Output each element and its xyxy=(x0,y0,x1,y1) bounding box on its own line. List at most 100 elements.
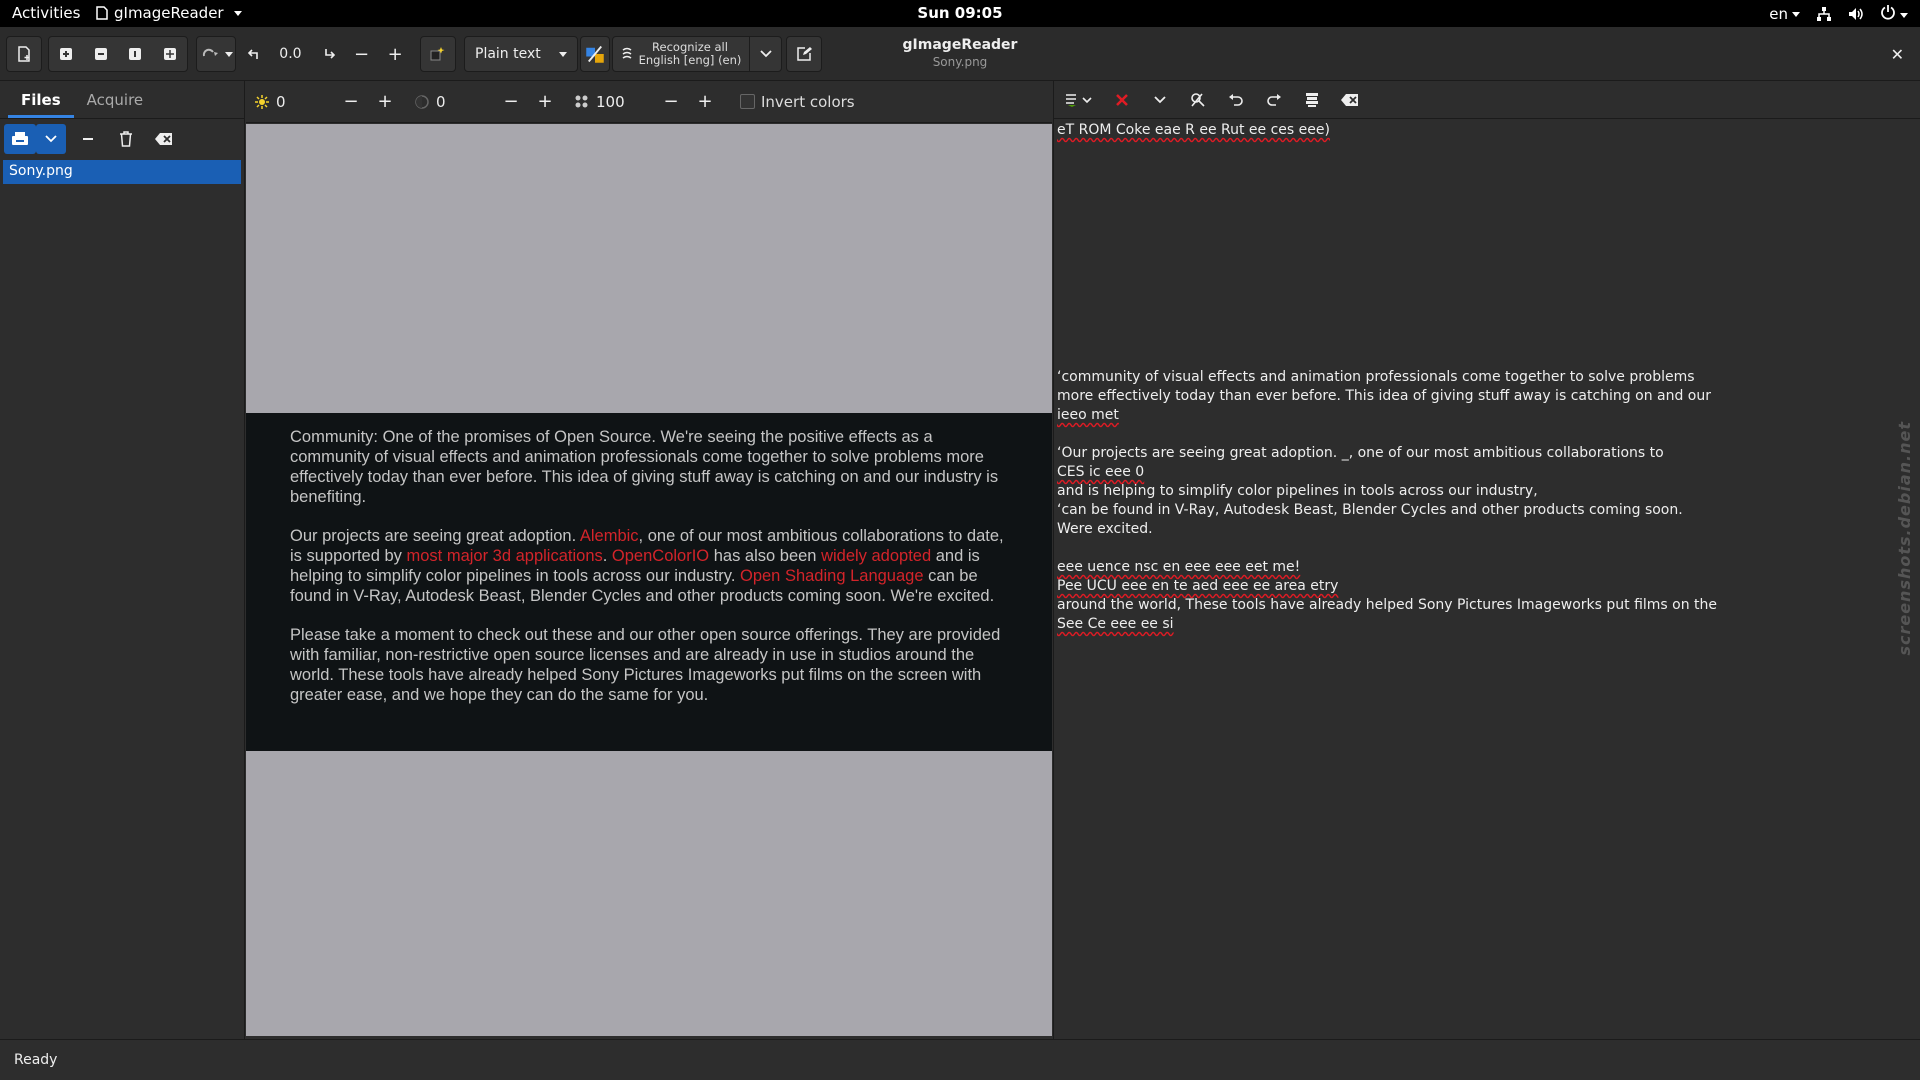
close-button[interactable]: ✕ xyxy=(1891,45,1904,64)
ocr-line: more effectively today than ever before.… xyxy=(1057,388,1712,404)
doc-link-widely-adopted: widely adopted xyxy=(821,547,932,565)
redo-button[interactable] xyxy=(1262,88,1286,112)
add-file-icon xyxy=(12,132,28,145)
brightness-decrease-button[interactable]: − xyxy=(334,91,368,112)
resolution-increase-button[interactable]: + xyxy=(688,91,722,112)
ocr-blank-line xyxy=(1057,273,1897,292)
chevron-down-icon xyxy=(45,135,57,143)
strip-linebreaks-button[interactable] xyxy=(1110,88,1134,112)
recognize-all-button[interactable]: Recognize all English [eng] (en) xyxy=(613,37,749,71)
add-image-button[interactable] xyxy=(6,36,42,72)
autolayout-button[interactable] xyxy=(580,36,610,72)
doc-link-alembic: Alembic xyxy=(579,527,639,545)
power-icon xyxy=(1881,5,1895,20)
add-files-dropdown-button[interactable] xyxy=(36,124,66,154)
brightness-increase-button[interactable]: + xyxy=(368,91,402,112)
resolution-decrease-button[interactable]: − xyxy=(654,91,688,112)
tab-files[interactable]: Files xyxy=(8,81,74,118)
new-document-icon xyxy=(18,46,30,62)
ocr-blank-line xyxy=(1057,197,1897,216)
zoom-fit-button[interactable] xyxy=(153,37,188,71)
tab-acquire[interactable]: Acquire xyxy=(74,81,157,118)
ocr-line: Were excited. xyxy=(1057,521,1153,537)
list-item[interactable]: Sony.png xyxy=(3,160,241,184)
zoom-out-button[interactable] xyxy=(84,37,119,71)
ocr-blank-line xyxy=(1057,178,1897,197)
ocr-line: ieeo met xyxy=(1057,406,1897,425)
language-indicator[interactable]: en xyxy=(1769,5,1800,23)
save-output-button[interactable] xyxy=(1300,88,1324,112)
clear-list-button[interactable] xyxy=(148,124,180,154)
contrast-decrease-button[interactable]: − xyxy=(494,91,528,112)
ocr-line: ‘Our projects are seeing great adoption.… xyxy=(1057,445,1664,461)
chevron-down-icon xyxy=(233,10,242,16)
toggle-output-pane-button[interactable] xyxy=(786,36,822,72)
layout-wand-icon xyxy=(586,45,604,63)
rotate-left-button[interactable] xyxy=(240,37,266,71)
rotate-mode-icon xyxy=(202,48,218,57)
doc-link-osl: Open Shading Language xyxy=(740,567,924,585)
remove-file-button[interactable] xyxy=(72,124,104,154)
undo-button[interactable] xyxy=(1224,88,1248,112)
edit-icon xyxy=(797,47,812,61)
ocr-blank-line xyxy=(1057,159,1897,178)
image-adjust-toolbar: 0 − + 0 − + 100 − + Invert colors xyxy=(246,81,1052,123)
find-replace-button[interactable] xyxy=(1186,88,1210,112)
ocr-blank-line xyxy=(1057,311,1897,330)
output-mode-select[interactable]: Plain text xyxy=(464,36,578,72)
undo-icon xyxy=(1229,93,1243,106)
angle-increase-button[interactable]: + xyxy=(378,37,412,71)
zoom-original-icon xyxy=(129,48,142,60)
language-dropdown-button[interactable] xyxy=(749,37,781,71)
rotate-mode-button[interactable] xyxy=(196,36,236,72)
volume-icon[interactable] xyxy=(1848,6,1864,22)
contrast-increase-button[interactable]: + xyxy=(528,91,562,112)
language-label: en xyxy=(1769,5,1788,23)
resolution-value[interactable]: 100 xyxy=(590,93,654,111)
output-mode-label: Plain text xyxy=(475,46,541,62)
autodetect-layout-button[interactable] xyxy=(420,36,456,72)
invert-colors-checkbox[interactable]: Invert colors xyxy=(740,93,855,111)
strip-icon xyxy=(1116,93,1128,106)
minus-icon xyxy=(83,138,93,140)
delete-file-button[interactable] xyxy=(110,124,142,154)
zoom-original-button[interactable] xyxy=(118,37,153,71)
activities-button[interactable]: Activities xyxy=(12,4,80,22)
angle-decrease-button[interactable]: − xyxy=(345,37,379,71)
zoom-out-icon xyxy=(94,48,107,60)
contrast-value[interactable]: 0 xyxy=(430,93,494,111)
brightness-value[interactable]: 0 xyxy=(270,93,334,111)
invert-colors-label: Invert colors xyxy=(761,92,855,111)
recognize-button-group: Recognize all English [eng] (en) xyxy=(612,36,782,72)
power-menu[interactable] xyxy=(1880,4,1908,24)
trash-icon xyxy=(120,131,132,147)
network-icon[interactable] xyxy=(1816,6,1832,22)
add-files-button[interactable] xyxy=(4,124,36,154)
insert-mode-button[interactable] xyxy=(1062,88,1096,112)
app-menu[interactable]: gImageReader xyxy=(96,4,242,22)
redo-icon xyxy=(1267,93,1281,106)
brightness-spinner: 0 − + xyxy=(254,87,402,117)
doc-text: . xyxy=(602,547,612,565)
angle-value[interactable]: 0.0 xyxy=(266,37,315,71)
ocr-output-text[interactable]: eT ROM Coke eae R ee Rut ee ces eee) ‘co… xyxy=(1057,121,1897,634)
checkbox-box xyxy=(740,94,755,109)
output-panel: eT ROM Coke eae R ee Rut ee ces eee) ‘co… xyxy=(1053,81,1920,1039)
clear-output-button[interactable] xyxy=(1338,88,1362,112)
ocr-line-text: eT ROM Coke eae R ee Rut ee ces eee) xyxy=(1057,122,1330,138)
save-icon xyxy=(1306,92,1318,107)
ocr-blank-line xyxy=(1057,539,1897,558)
recognize-icon xyxy=(622,47,632,59)
image-canvas[interactable]: Community: One of the promises of Open S… xyxy=(246,124,1052,1036)
zoom-in-button[interactable] xyxy=(49,37,84,71)
clock[interactable]: Sun 09:05 xyxy=(917,4,1002,22)
doc-link-opencolorio: OpenColorIO xyxy=(611,547,710,565)
rotate-right-button[interactable] xyxy=(315,37,345,71)
strip-dropdown-button[interactable] xyxy=(1148,88,1172,112)
sources-panel: Files Acquire Sony.png xyxy=(0,81,245,1039)
ocr-blank-line xyxy=(1057,140,1897,159)
ocr-blank-line xyxy=(1057,425,1897,444)
doc-paragraph-3: Please take a moment to check out these … xyxy=(290,626,1001,704)
ocr-blank-line xyxy=(1057,254,1897,273)
window-title-text: gImageReader xyxy=(902,37,1018,53)
